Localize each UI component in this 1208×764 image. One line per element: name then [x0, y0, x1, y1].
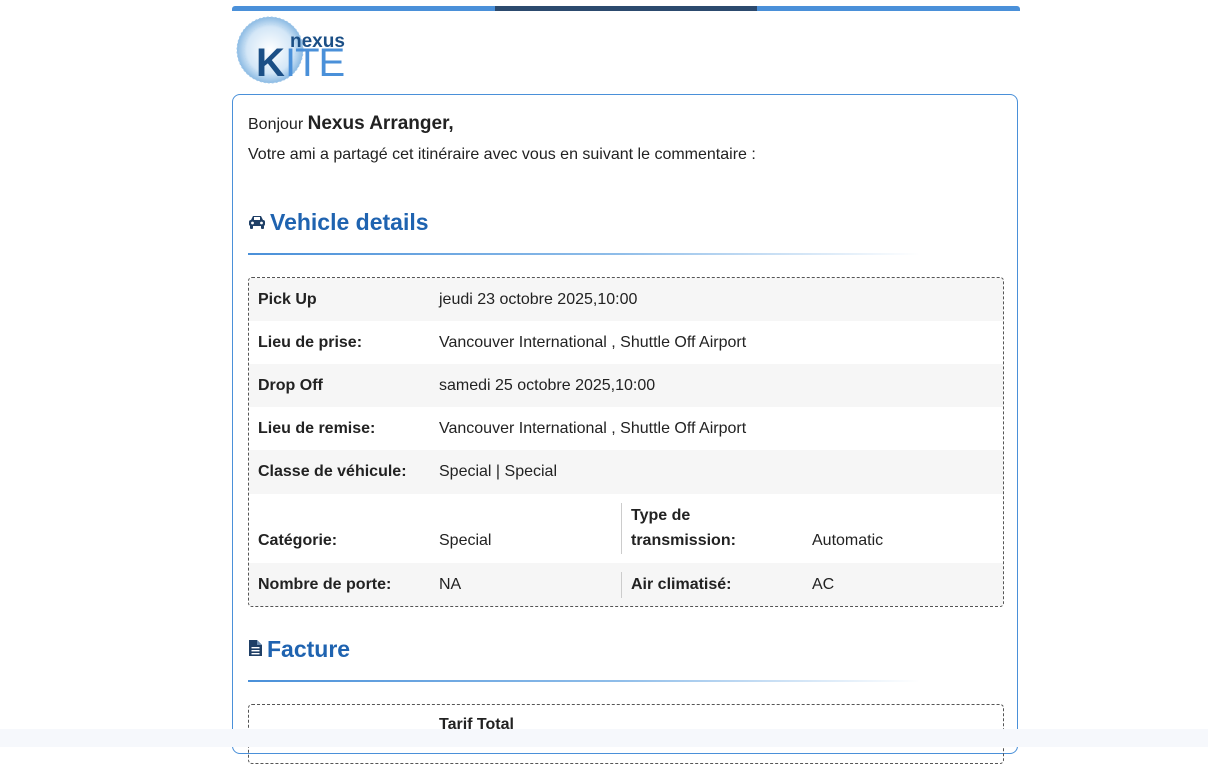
table-row: Drop Off samedi 25 octobre 2025,10:00: [249, 364, 1003, 407]
vehicle-details-table: Pick Up jeudi 23 octobre 2025,10:00 Lieu…: [248, 277, 1004, 607]
transmission-label: Type de transmission:: [631, 507, 736, 549]
table-row: Nombre de porte: NA Air climatisé: AC: [249, 563, 1003, 606]
recipient-name: Nexus Arranger,: [307, 113, 454, 134]
category-value: Special: [439, 532, 492, 549]
vehicle-class-value: Special | Special: [439, 463, 557, 480]
section-divider: [248, 680, 920, 682]
svg-text:K: K: [256, 41, 285, 84]
table-row: Lieu de remise: Vancouver International …: [249, 407, 1003, 450]
doors-value: NA: [439, 576, 462, 593]
transmission-value: Automatic: [812, 532, 884, 549]
greeting-prefix: Bonjour: [248, 116, 304, 133]
itinerary-card: Bonjour Nexus Arranger, Votre ami a part…: [232, 94, 1018, 764]
section-divider: [248, 253, 920, 255]
table-row: Catégorie: Special Type de transmission:…: [249, 494, 1003, 563]
car-icon: [248, 209, 266, 236]
pickup-location-label: Lieu de prise:: [258, 334, 363, 351]
ac-label: Air climatisé:: [631, 576, 732, 593]
kite-logo: nexus K ITE: [234, 14, 364, 85]
column-divider: [621, 503, 622, 554]
pickup-value: jeudi 23 octobre 2025,10:00: [439, 291, 638, 308]
document-icon: [248, 636, 263, 663]
invoice-title-text: Facture: [267, 636, 351, 662]
table-row: Classe de véhicule: Special | Special: [249, 450, 1003, 494]
svg-text:ITE: ITE: [285, 41, 344, 84]
dropoff-value: samedi 25 octobre 2025,10:00: [439, 377, 656, 394]
header-color-bar: [232, 6, 1020, 11]
share-message: Votre ami a partagé cet itinéraire avec …: [248, 146, 756, 163]
vehicle-section-title: Vehicle details: [248, 209, 429, 236]
dropoff-location-label: Lieu de remise:: [258, 420, 376, 437]
invoice-section-title: Facture: [248, 636, 350, 663]
pickup-location-value: Vancouver International , Shuttle Off Ai…: [439, 334, 747, 351]
pickup-label: Pick Up: [258, 291, 317, 308]
column-divider: [621, 572, 622, 598]
dropoff-label: Drop Off: [258, 377, 323, 394]
table-row: Pick Up jeudi 23 octobre 2025,10:00: [249, 278, 1003, 321]
table-row: Lieu de prise: Vancouver International ,…: [249, 321, 1003, 364]
horizontal-scrollbar-track[interactable]: [0, 729, 1208, 747]
doors-label: Nombre de porte:: [258, 576, 392, 593]
category-label: Catégorie:: [258, 532, 338, 549]
ac-value: AC: [812, 576, 835, 593]
dropoff-location-value: Vancouver International , Shuttle Off Ai…: [439, 420, 747, 437]
vehicle-class-label: Classe de véhicule:: [258, 463, 407, 480]
vehicle-title-text: Vehicle details: [270, 209, 429, 235]
greeting: Bonjour Nexus Arranger,: [248, 113, 454, 135]
